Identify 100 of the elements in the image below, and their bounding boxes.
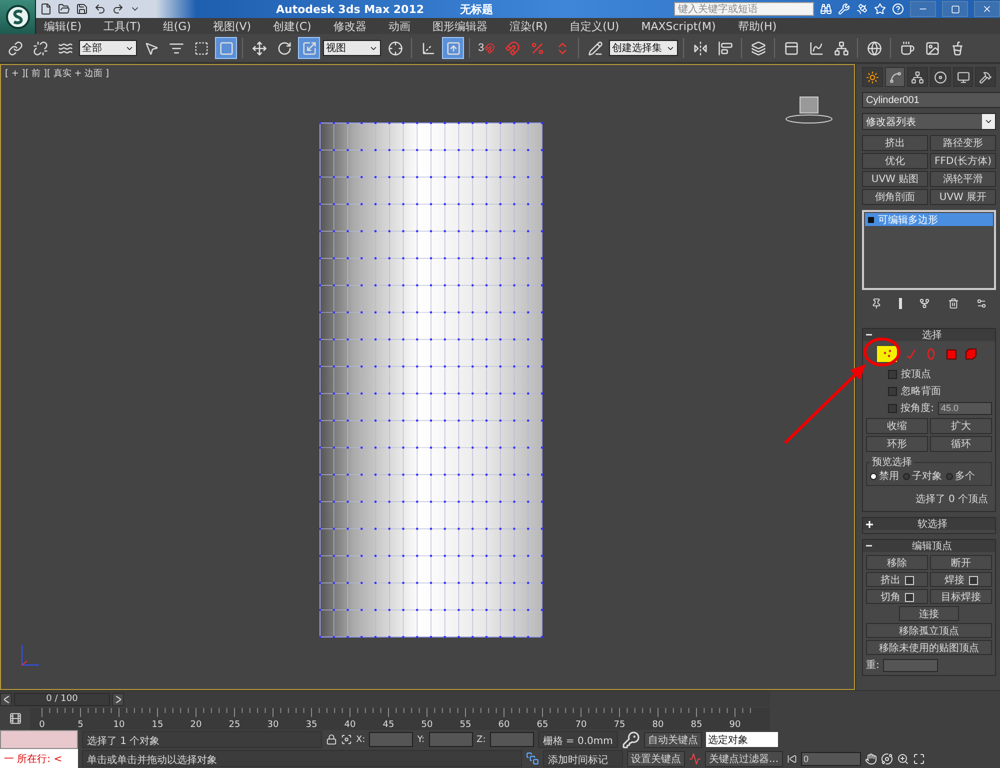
panel-tab[interactable] (952, 67, 974, 87)
panel-button[interactable]: 扩大 (930, 418, 992, 434)
menu-item[interactable]: 工具(T) (104, 18, 141, 34)
checkbox[interactable] (888, 386, 897, 396)
time-tag-label[interactable]: 添加时间标记 (543, 750, 623, 767)
app-logo[interactable] (0, 0, 36, 34)
redo-icon[interactable] (112, 3, 124, 15)
menu-item[interactable]: 修改器 (333, 18, 366, 34)
folder-icon[interactable] (58, 3, 70, 15)
modifier-button[interactable]: 挤出 (862, 135, 928, 151)
menu-item[interactable]: 图形编辑器 (432, 18, 488, 34)
trash-icon[interactable] (948, 298, 959, 309)
zoom-icon[interactable] (896, 752, 909, 764)
maximize-button[interactable] (942, 1, 968, 17)
frame-counter[interactable]: 0 / 100 (14, 692, 110, 706)
orbit-icon[interactable] (880, 752, 893, 764)
pin-icon[interactable] (870, 298, 882, 309)
menu-item[interactable]: 帮助(H) (738, 18, 777, 34)
minus-icon[interactable] (866, 545, 872, 547)
modifier-list-dropdown[interactable]: 修改器列表 (862, 113, 996, 130)
panel-button[interactable]: 焊接 (930, 572, 992, 587)
menu-item[interactable]: 渲染(R) (509, 18, 548, 34)
set-key-button[interactable]: 设置关键点 (627, 750, 685, 766)
maximize-icon[interactable] (912, 752, 925, 764)
modifier-button[interactable]: 优化 (862, 153, 928, 169)
panel-button[interactable]: 断开 (930, 555, 992, 570)
radio-button[interactable] (903, 472, 910, 480)
stack-icon[interactable] (526, 752, 539, 765)
film-icon[interactable] (8, 712, 22, 725)
panel-button[interactable]: 切角 (866, 589, 928, 604)
satellite-icon[interactable] (856, 3, 868, 15)
dropdown[interactable]: 视图 (323, 40, 381, 56)
weight-field[interactable] (883, 658, 938, 672)
key-icon[interactable] (622, 730, 640, 748)
modifier-button[interactable]: 路径变形 (930, 135, 996, 151)
fork-icon[interactable] (919, 298, 930, 309)
menu-item[interactable]: MAXScript(M) (641, 20, 716, 32)
panel-button[interactable]: 目标焊接 (930, 589, 992, 604)
binoculars-icon[interactable] (820, 3, 832, 15)
rollout-header[interactable]: 软选择 (863, 518, 995, 530)
panel-button[interactable]: 循环 (930, 436, 992, 452)
coordinate-field[interactable] (428, 732, 473, 747)
angle-field[interactable]: 45.0 (938, 402, 992, 414)
search-field[interactable]: 键入关键字或短语 (674, 2, 814, 16)
panel-button[interactable]: 移除 (866, 555, 928, 570)
wrench-icon[interactable] (838, 3, 850, 15)
time-slider-track[interactable]: 0 / 100 (0, 691, 770, 707)
settings-icon[interactable] (976, 298, 988, 309)
timeline-ruler[interactable]: 0 5 10 15 20 25 30 35 40 45 50 55 60 65 70 75 80 85 90 (30, 708, 770, 730)
panel-button[interactable]: 环形 (866, 436, 928, 452)
curve-icon[interactable] (689, 752, 701, 764)
modifier-button[interactable]: UVW 贴图 (862, 171, 928, 187)
panel-button[interactable]: 连接 (899, 606, 959, 621)
panel-button[interactable]: 挤出 (866, 572, 928, 587)
dropdown[interactable]: 创建选择集 (609, 40, 678, 56)
menu-item[interactable]: 视图(V) (212, 18, 252, 34)
panel-tab[interactable] (884, 67, 906, 87)
menu-item[interactable]: 组(G) (162, 18, 191, 34)
modifier-button[interactable]: 倒角剖面 (862, 189, 928, 205)
menu-item[interactable]: 动画 (388, 18, 410, 34)
viewport-label[interactable]: [ + ][ 前 ][ 真实 + 边面 ] (5, 67, 110, 80)
star-icon[interactable] (874, 3, 886, 15)
modifier-button[interactable]: UVW 展开 (930, 189, 996, 205)
panel-button[interactable]: 移除孤立顶点 (866, 623, 992, 638)
undo-icon[interactable] (94, 3, 106, 15)
panel-tab[interactable] (862, 67, 883, 87)
hand-icon[interactable] (864, 752, 877, 764)
dropdown[interactable]: 全部 (79, 40, 137, 56)
menu-item[interactable]: 编辑(E) (44, 18, 82, 34)
close-button[interactable] (974, 1, 1000, 17)
save-icon[interactable] (76, 3, 88, 15)
new-file-icon[interactable] (40, 3, 52, 15)
help-icon[interactable] (892, 3, 904, 15)
toolbar-button[interactable]: 3 (475, 37, 498, 59)
frame-field[interactable]: 0 (800, 752, 861, 766)
viewport[interactable]: [ + ][ 前 ][ 真实 + 边面 ] (0, 64, 855, 690)
coordinate-field[interactable] (490, 732, 534, 747)
panel-tab[interactable] (907, 67, 928, 87)
auto-key-button[interactable]: 自动关键点 (644, 732, 702, 748)
plus-icon[interactable] (866, 520, 873, 528)
previous-button[interactable] (0, 692, 12, 706)
key-mode-dropdown[interactable]: 选定对象 (706, 732, 778, 747)
rollout-header[interactable]: 选择 (863, 329, 995, 341)
rollout-header[interactable]: 编辑顶点 (863, 540, 995, 552)
lock-icon[interactable] (326, 734, 337, 745)
panel-button[interactable]: 收缩 (866, 418, 928, 434)
checkbox[interactable] (888, 370, 897, 378)
radio-button[interactable] (946, 472, 953, 480)
listener-field[interactable] (0, 730, 78, 749)
radio-button[interactable] (870, 472, 877, 480)
checkbox[interactable] (888, 404, 897, 412)
modifier-button[interactable]: FFD(长方体) (930, 153, 996, 169)
minus-icon[interactable] (866, 334, 872, 336)
modifier-button[interactable]: 涡轮平滑 (930, 171, 996, 187)
panel-button[interactable]: 移除未使用的贴图顶点 (866, 640, 992, 655)
coordinate-field[interactable] (369, 732, 414, 747)
key-filters-button[interactable]: 关键点过滤器... (705, 750, 783, 766)
skip-back-icon[interactable] (786, 754, 797, 764)
menu-item[interactable]: 创建(C) (273, 18, 312, 34)
next-button[interactable] (112, 692, 124, 706)
